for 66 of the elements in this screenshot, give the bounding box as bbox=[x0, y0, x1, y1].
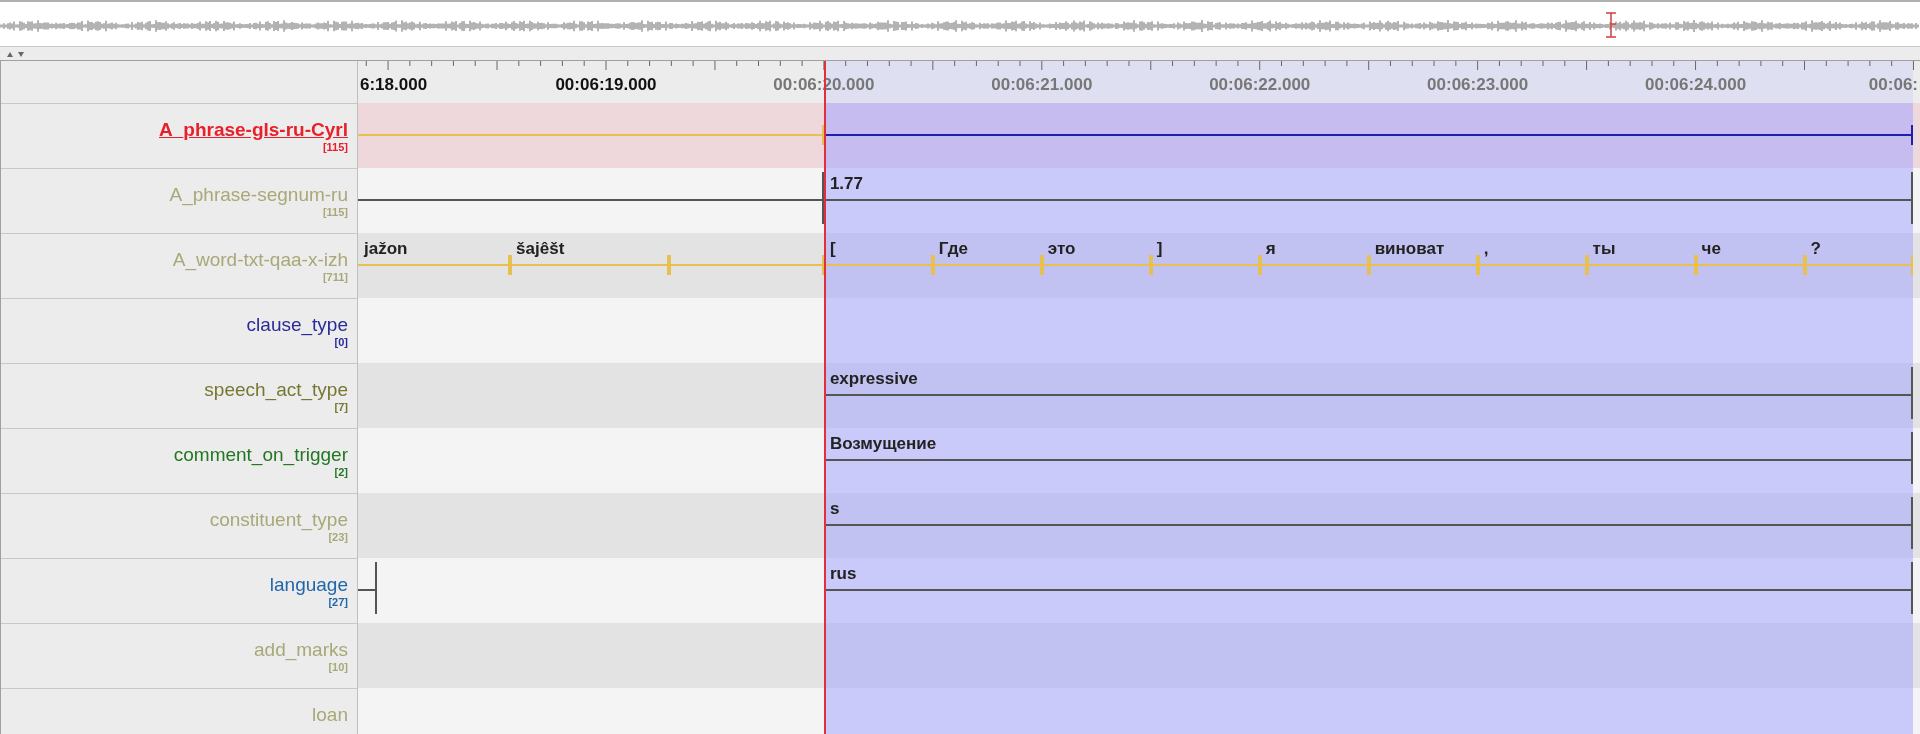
annotation[interactable]: rus bbox=[823, 558, 1914, 623]
time-label: 00:06: bbox=[1868, 75, 1918, 95]
annotation-text: jažon bbox=[364, 239, 408, 259]
annotation-text: Возмущение bbox=[829, 434, 937, 454]
tier-track[interactable]: s bbox=[358, 493, 1920, 558]
annotation-text: я bbox=[1265, 239, 1276, 259]
tier-track[interactable] bbox=[358, 103, 1920, 168]
annotation-text: ? bbox=[1810, 239, 1821, 259]
annotation[interactable]: Возмущение bbox=[823, 428, 1914, 493]
annotation-text: Где bbox=[938, 239, 969, 259]
time-label: 00:06:23.000 bbox=[1427, 75, 1529, 95]
tier-name[interactable]: language bbox=[269, 574, 348, 596]
annotation-text: s bbox=[829, 499, 840, 519]
annotation-count: [115] bbox=[322, 141, 348, 153]
annotation[interactable]: expressive bbox=[823, 363, 1914, 428]
tier-name[interactable]: clause_type bbox=[246, 314, 348, 336]
annotation-text: виноват bbox=[1374, 239, 1445, 259]
time-label: 6:18.000 bbox=[360, 75, 428, 95]
annotation-text: šajêšt bbox=[516, 239, 565, 259]
annotation[interactable]: s bbox=[823, 493, 1914, 558]
tier-name[interactable]: speech_act_type bbox=[204, 379, 348, 401]
annotation[interactable]: šajêšt bbox=[510, 233, 670, 298]
annotation[interactable]: это bbox=[1041, 233, 1151, 298]
annotation[interactable]: я bbox=[1259, 233, 1369, 298]
tier-track[interactable]: expressive bbox=[358, 363, 1920, 428]
annotation-count: [115] bbox=[322, 206, 348, 218]
cursor-marker-icon bbox=[1605, 12, 1617, 38]
annotation-text: expressive bbox=[829, 369, 918, 389]
annotation-text: [ bbox=[829, 239, 836, 259]
tier-track[interactable]: Возмущение bbox=[358, 428, 1920, 493]
annotation-text: 1.77 bbox=[829, 174, 863, 194]
annotation[interactable]: ? bbox=[1804, 233, 1914, 298]
tier-track[interactable] bbox=[358, 688, 1920, 734]
annotation-count: [2] bbox=[334, 466, 348, 478]
annotation-count: [23] bbox=[328, 531, 348, 543]
annotation-count: [7] bbox=[334, 401, 348, 413]
annotation-count: [0] bbox=[334, 336, 348, 348]
annotation-text: че bbox=[1701, 239, 1721, 259]
tier-track[interactable]: jažon šajêšt [ Где это ] я виноват , ты че ? bbox=[358, 233, 1920, 298]
annotation-count: [27] bbox=[328, 596, 348, 608]
annotation-count: [10] bbox=[328, 661, 348, 673]
annotation-text: rus bbox=[829, 564, 857, 584]
annotation-text: ] bbox=[1156, 239, 1163, 259]
annotation-text: , bbox=[1483, 239, 1489, 259]
annotation[interactable]: че bbox=[1695, 233, 1805, 298]
annotation[interactable]: jažon bbox=[358, 233, 511, 298]
annotation[interactable]: виноват bbox=[1368, 233, 1478, 298]
tier-track[interactable]: rus bbox=[358, 558, 1920, 623]
annotation[interactable]: 1.77 bbox=[823, 168, 1914, 233]
tier-track[interactable]: 1.77 bbox=[358, 168, 1920, 233]
annotation[interactable]: , bbox=[1477, 233, 1587, 298]
time-label: 00:06:24.000 bbox=[1645, 75, 1747, 95]
annotation[interactable]: ты bbox=[1586, 233, 1696, 298]
tier-track[interactable] bbox=[358, 623, 1920, 688]
annotation[interactable]: ] bbox=[1150, 233, 1260, 298]
annotation[interactable]: Где bbox=[932, 233, 1042, 298]
sort-arrows-icon[interactable] bbox=[6, 49, 26, 58]
tier-name[interactable]: comment_on_trigger bbox=[173, 444, 348, 466]
tier-track[interactable] bbox=[358, 298, 1920, 363]
annotation-text: ты bbox=[1592, 239, 1616, 259]
tier-name[interactable]: A_phrase-gls-ru-Cyrl bbox=[159, 119, 348, 141]
time-label: 00:06:22.000 bbox=[1209, 75, 1311, 95]
time-label: 00:06:21.000 bbox=[991, 75, 1093, 95]
time-label: 00:06:19.000 bbox=[555, 75, 657, 95]
annotation-count: [711] bbox=[322, 271, 348, 283]
annotation-text: это bbox=[1047, 239, 1076, 259]
